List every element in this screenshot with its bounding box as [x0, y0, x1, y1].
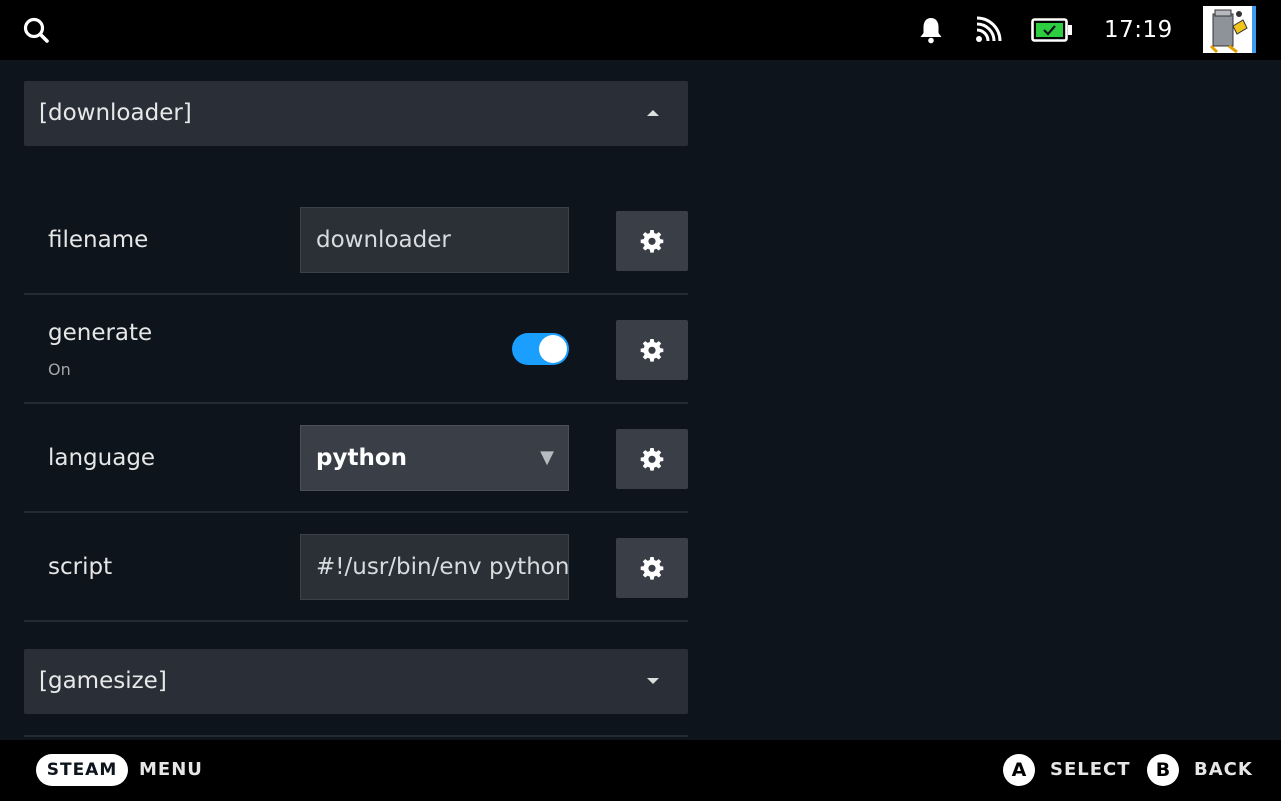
- caret-down-icon: [647, 678, 659, 684]
- footer-bar: STEAM MENU A SELECT B BACK: [0, 740, 1281, 801]
- setting-row-filename: filename downloader: [24, 187, 688, 295]
- generate-toggle[interactable]: [512, 333, 569, 365]
- divider: [24, 735, 688, 737]
- language-dropdown[interactable]: python ▼: [300, 425, 569, 491]
- divider: [24, 620, 688, 622]
- setting-label: language: [48, 445, 156, 471]
- language-settings-button[interactable]: [616, 429, 688, 489]
- section-label: [gamesize]: [39, 668, 167, 694]
- section-label: [downloader]: [39, 100, 192, 126]
- setting-label: script: [48, 554, 113, 580]
- chevron-down-icon: ▼: [540, 447, 554, 468]
- bell-icon[interactable]: [918, 16, 944, 44]
- setting-label: filename: [48, 227, 149, 253]
- divider: [24, 402, 688, 404]
- cast-icon[interactable]: [974, 16, 1002, 44]
- caret-up-icon: [647, 110, 659, 116]
- a-button-icon[interactable]: A: [1003, 754, 1035, 786]
- setting-row-language: language python ▼: [24, 405, 688, 513]
- divider: [24, 293, 688, 295]
- gear-icon: [640, 448, 664, 471]
- gear-icon: [640, 339, 664, 362]
- toggle-knob: [539, 335, 567, 363]
- setting-row-script: script #!/usr/bin/env python: [24, 514, 688, 622]
- menu-label: MENU: [139, 759, 203, 780]
- setting-state-text: On: [48, 360, 71, 379]
- dropdown-value: python: [316, 445, 408, 471]
- divider: [24, 511, 688, 513]
- gear-icon: [640, 230, 664, 253]
- steam-button[interactable]: STEAM: [36, 754, 128, 786]
- settings-panel: [downloader] filename downloader generat…: [0, 60, 1281, 740]
- clock: 17:19: [1104, 17, 1173, 43]
- status-bar: 17:19: [0, 0, 1281, 60]
- script-settings-button[interactable]: [616, 538, 688, 598]
- generate-settings-button[interactable]: [616, 320, 688, 380]
- search-icon[interactable]: [22, 16, 50, 44]
- battery-icon[interactable]: [1031, 18, 1073, 42]
- back-label: BACK: [1194, 759, 1253, 780]
- setting-label: generate: [48, 320, 153, 346]
- select-label: SELECT: [1050, 759, 1131, 780]
- section-header-downloader[interactable]: [downloader]: [24, 81, 688, 146]
- filename-settings-button[interactable]: [616, 211, 688, 271]
- avatar[interactable]: [1203, 6, 1256, 54]
- section-header-gamesize[interactable]: [gamesize]: [24, 649, 688, 714]
- gear-icon: [640, 557, 664, 580]
- filename-input[interactable]: downloader: [300, 207, 569, 273]
- setting-row-generate: generate On: [24, 296, 688, 404]
- b-button-icon[interactable]: B: [1147, 754, 1179, 786]
- script-input[interactable]: #!/usr/bin/env python: [300, 534, 569, 600]
